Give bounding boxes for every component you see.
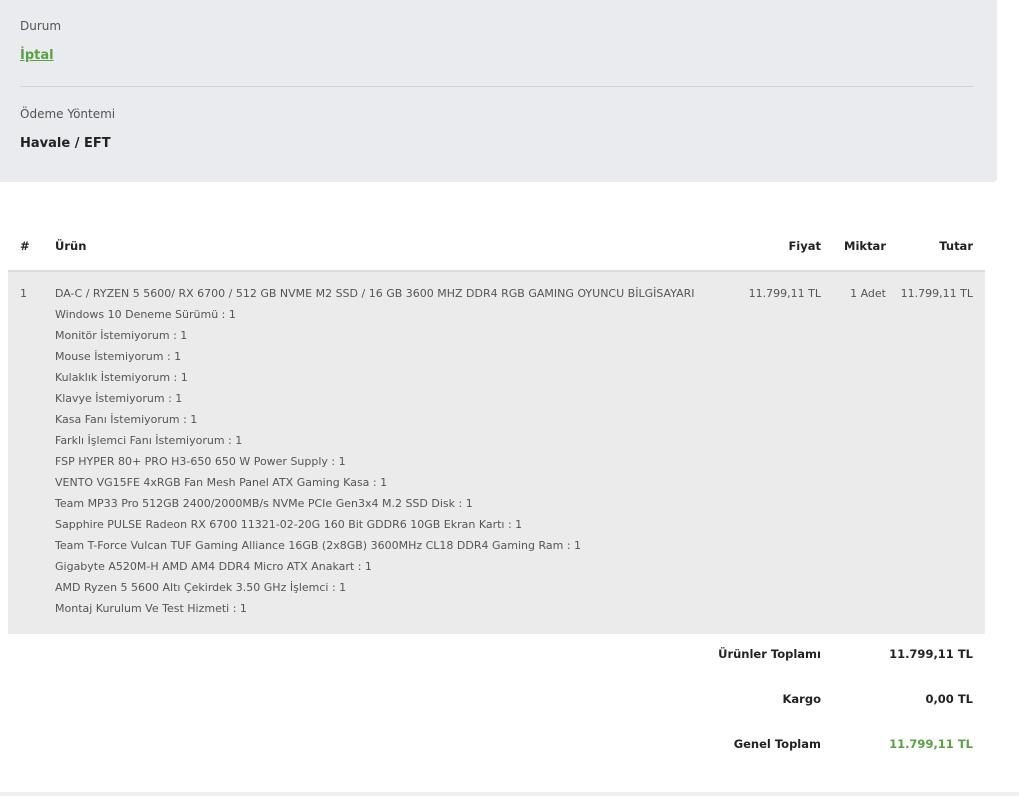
- grand-total-value: 11.799,11 TL: [889, 737, 973, 751]
- status-value-link[interactable]: İptal: [20, 48, 54, 63]
- product-option: Windows 10 Deneme Sürümü : 1: [55, 308, 236, 321]
- product-option: Klavye İstemiyorum : 1: [55, 392, 183, 405]
- product-option: VENTO VG15FE 4xRGB Fan Mesh Panel ATX Ga…: [55, 476, 388, 489]
- status-label: Durum: [20, 19, 62, 33]
- products-total-label: Ürünler Toplamı: [718, 647, 821, 661]
- payment-method-label: Ödeme Yöntemi: [20, 107, 116, 121]
- product-option: Sapphire PULSE Radeon RX 6700 11321-02-2…: [55, 518, 523, 531]
- product-option: Farklı İşlemci Fanı İstemiyorum : 1: [55, 434, 243, 447]
- column-header-price: Fiyat: [788, 239, 821, 253]
- payment-method-value: Havale / EFT: [20, 136, 111, 151]
- order-info-panel: Durum İptal Ödeme Yöntemi Havale / EFT: [0, 0, 997, 182]
- product-total: 11.799,11 TL: [900, 287, 973, 300]
- column-header-quantity: Miktar: [844, 239, 886, 253]
- product-quantity: 1 Adet: [850, 287, 886, 300]
- column-header-total: Tutar: [939, 239, 973, 253]
- product-option: Gigabyte A520M-H AMD AM4 DDR4 Micro ATX …: [55, 560, 372, 573]
- shipping-label: Kargo: [782, 692, 821, 706]
- table-row: [8, 270, 985, 634]
- product-name: DA-C / RYZEN 5 5600/ RX 6700 / 512 GB NV…: [55, 287, 695, 300]
- product-option: AMD Ryzen 5 5600 Altı Çekirdek 3.50 GHz …: [55, 581, 347, 594]
- info-divider: [20, 86, 973, 87]
- column-header-product: Ürün: [55, 239, 87, 253]
- bottom-divider: [0, 792, 1019, 796]
- grand-total-label: Genel Toplam: [733, 737, 821, 751]
- product-option: Team MP33 Pro 512GB 2400/2000MB/s NVMe P…: [55, 497, 473, 510]
- product-option: Team T-Force Vulcan TUF Gaming Alliance …: [55, 539, 582, 552]
- product-option: FSP HYPER 80+ PRO H3-650 650 W Power Sup…: [55, 455, 346, 468]
- product-option: Kasa Fanı İstemiyorum : 1: [55, 413, 198, 426]
- column-header-index: #: [20, 239, 30, 253]
- shipping-value: 0,00 TL: [925, 692, 973, 706]
- product-option: Montaj Kurulum Ve Test Hizmeti : 1: [55, 602, 247, 615]
- products-total-value: 11.799,11 TL: [889, 647, 973, 661]
- product-option: Monitör İstemiyorum : 1: [55, 329, 188, 342]
- row-index: 1: [20, 287, 27, 300]
- product-price: 11.799,11 TL: [748, 287, 821, 300]
- product-option: Kulaklık İstemiyorum : 1: [55, 371, 188, 384]
- product-option: Mouse İstemiyorum : 1: [55, 350, 182, 363]
